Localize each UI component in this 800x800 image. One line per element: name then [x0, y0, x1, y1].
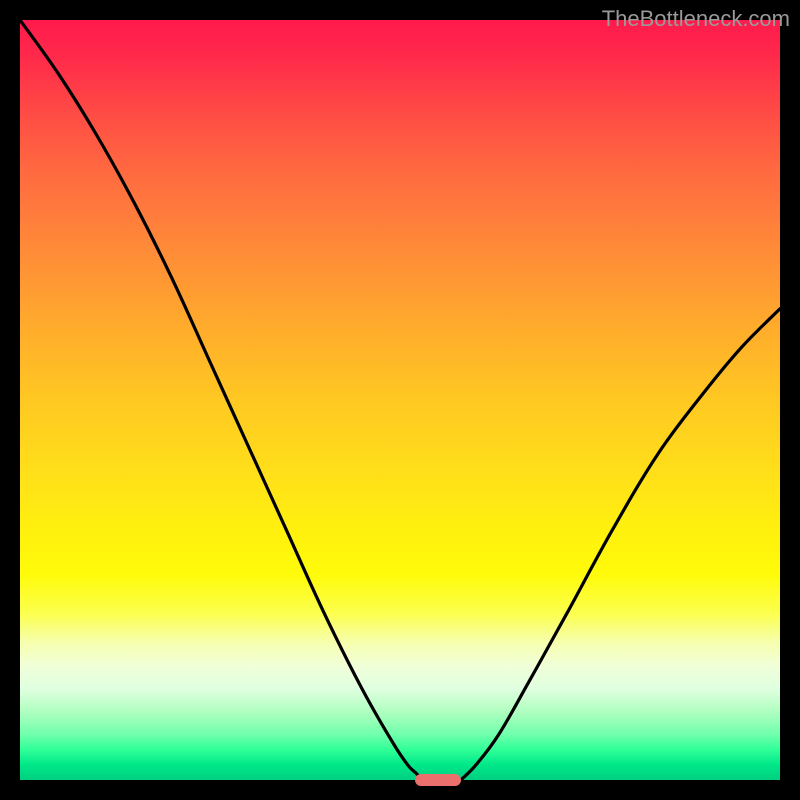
plot-area [20, 20, 780, 780]
chart-container: TheBottleneck.com [0, 0, 800, 800]
watermark-text: TheBottleneck.com [602, 6, 790, 32]
trough-marker [415, 774, 461, 786]
gradient-background [20, 20, 780, 780]
